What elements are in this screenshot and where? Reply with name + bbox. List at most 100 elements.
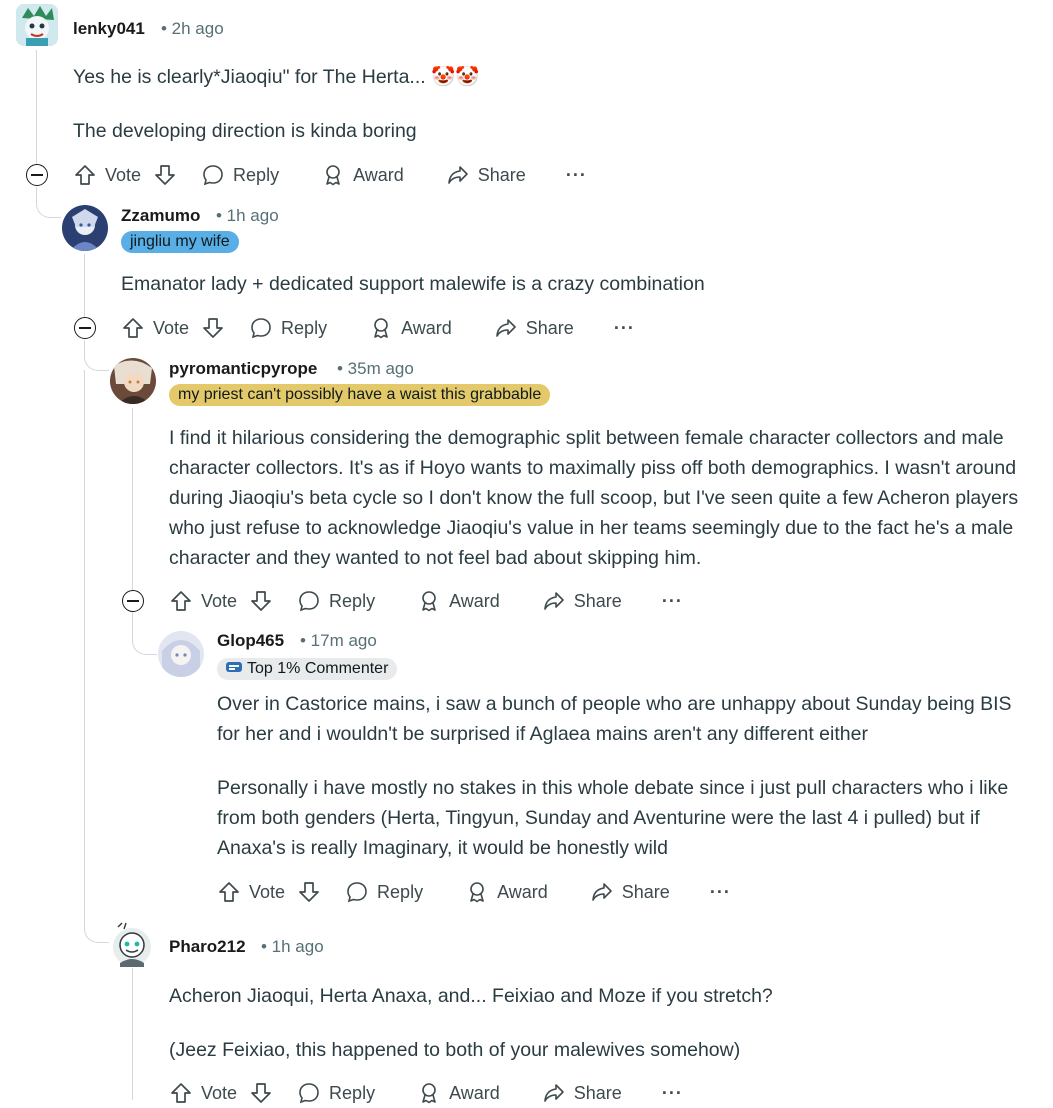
reply-label: Reply (329, 1082, 376, 1103)
downvote-icon (155, 165, 175, 185)
more-options-button[interactable]: ··· (662, 1083, 683, 1104)
upvote-button[interactable]: Vote (73, 163, 141, 187)
vote-label: Vote (249, 881, 286, 902)
avatar[interactable] (110, 358, 156, 404)
reply-button[interactable]: Reply (249, 316, 327, 340)
vote-label: Vote (201, 1082, 238, 1103)
award-icon (422, 1083, 436, 1104)
reply-label: Reply (233, 164, 280, 185)
upvote-icon (171, 1083, 191, 1103)
collapse-button[interactable] (122, 590, 144, 612)
username[interactable]: pyromanticpyrope (169, 359, 317, 379)
comment-body: Over in Castorice mains, i saw a bunch o… (217, 693, 1012, 745)
user-flair: my priest can't possibly have a waist th… (169, 384, 551, 406)
share-label: Share (573, 590, 622, 611)
upvote-button[interactable]: Vote (121, 316, 189, 340)
timestamp[interactable]: • 1h ago (261, 937, 324, 957)
avatar[interactable] (110, 921, 154, 967)
award-icon (422, 591, 436, 612)
downvote-button[interactable] (153, 163, 177, 187)
upvote-button[interactable]: Vote (169, 1081, 237, 1105)
more-options-button[interactable]: ··· (710, 882, 731, 903)
username[interactable]: Pharo212 (169, 937, 246, 957)
award-button[interactable]: Award (417, 1081, 500, 1105)
award-icon (470, 882, 484, 903)
share-button[interactable]: Share (494, 316, 574, 340)
more-options-button[interactable]: ··· (662, 591, 683, 612)
user-flair: jingliu my wife (121, 231, 239, 253)
comment-body: The developing direction is kinda boring (73, 120, 417, 142)
share-label: Share (525, 317, 574, 338)
downvote-button[interactable] (249, 589, 273, 613)
award-button[interactable]: Award (321, 163, 404, 187)
more-options-button[interactable]: ··· (614, 318, 635, 339)
downvote-icon (251, 1083, 271, 1103)
downvote-button[interactable] (249, 1081, 273, 1105)
timestamp[interactable]: • 2h ago (161, 19, 224, 39)
downvote-icon (299, 882, 319, 902)
upvote-button[interactable]: Vote (169, 589, 237, 613)
comment-body: I find it hilarious considering the demo… (169, 427, 1019, 569)
award-label: Award (353, 164, 404, 185)
upvote-icon (171, 591, 191, 611)
reply-button[interactable]: Reply (297, 589, 375, 613)
award-icon (374, 318, 388, 339)
collapse-button[interactable] (74, 317, 96, 339)
reply-button[interactable]: Reply (297, 1081, 375, 1105)
award-icon (326, 165, 340, 186)
comment-body: Acheron Jiaoqui, Herta Anaxa, and... Fei… (169, 985, 773, 1007)
downvote-button[interactable] (201, 316, 225, 340)
timestamp[interactable]: • 17m ago (300, 631, 377, 651)
share-label: Share (477, 164, 526, 185)
commenter-badge-icon (226, 662, 242, 672)
comment-body: Emanator lady + dedicated support malewi… (121, 273, 705, 295)
more-options-button[interactable]: ··· (566, 165, 587, 186)
upvote-icon (219, 882, 239, 902)
reply-button[interactable]: Reply (345, 880, 423, 904)
share-icon (447, 166, 468, 184)
timestamp[interactable]: • 1h ago (216, 206, 279, 226)
reply-icon (251, 318, 271, 339)
share-button[interactable]: Share (542, 1081, 622, 1105)
reply-button[interactable]: Reply (201, 163, 279, 187)
avatar[interactable] (62, 205, 108, 251)
comment-actions: Vote Reply Award Share ··· (217, 877, 731, 907)
collapse-button[interactable] (26, 164, 48, 186)
vote-label: Vote (105, 164, 142, 185)
avatar[interactable] (158, 631, 204, 677)
comment-actions: Vote Reply Award Share ··· (169, 1078, 683, 1108)
comment-actions: Vote Reply Award Share ··· (73, 160, 587, 190)
share-button[interactable]: Share (590, 880, 670, 904)
downvote-icon (203, 318, 223, 338)
reply-label: Reply (329, 590, 376, 611)
vote-label: Vote (153, 317, 190, 338)
share-button[interactable]: Share (542, 589, 622, 613)
comment-body: Yes he is clearly*Jiaoqiu" for The Herta… (73, 66, 480, 88)
avatar[interactable] (16, 4, 58, 46)
reply-label: Reply (281, 317, 328, 338)
award-label: Award (401, 317, 452, 338)
username[interactable]: Zzamumo (121, 206, 200, 226)
share-icon (543, 592, 564, 610)
share-icon (591, 883, 612, 901)
award-label: Award (497, 881, 548, 902)
award-button[interactable]: Award (417, 589, 500, 613)
user-flair: Top 1% Commenter (217, 658, 398, 680)
comment-actions: Vote Reply Award Share ··· (169, 586, 683, 616)
username[interactable]: Glop465 (217, 631, 284, 651)
timestamp[interactable]: • 35m ago (337, 359, 414, 379)
award-button[interactable]: Award (369, 316, 452, 340)
downvote-button[interactable] (297, 880, 321, 904)
upvote-icon (123, 318, 143, 338)
award-label: Award (449, 1082, 500, 1103)
share-icon (543, 1084, 564, 1102)
username[interactable]: lenky041 (73, 19, 145, 39)
share-icon (495, 319, 516, 337)
upvote-button[interactable]: Vote (217, 880, 285, 904)
award-button[interactable]: Award (465, 880, 548, 904)
comment-body: Personally i have mostly no stakes in th… (217, 777, 1009, 859)
comment-actions: Vote Reply Award Share ··· (121, 313, 635, 343)
share-button[interactable]: Share (446, 163, 526, 187)
reply-icon (203, 165, 223, 186)
reply-icon (299, 591, 319, 612)
